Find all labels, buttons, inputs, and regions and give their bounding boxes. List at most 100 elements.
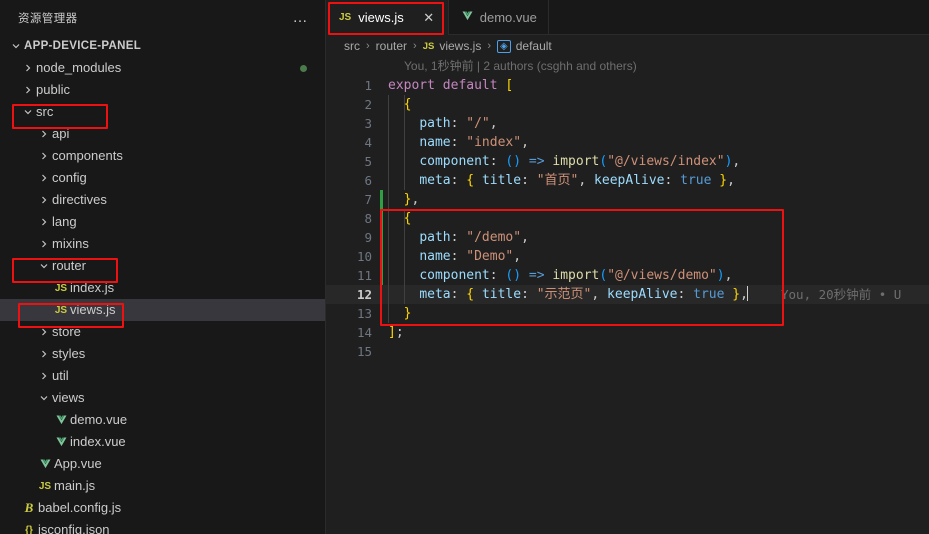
code-line: 8 { (326, 209, 929, 228)
tab-demo-vue[interactable]: demo.vue (449, 0, 549, 35)
code-editor[interactable]: You, 1秒钟前 | 2 authors (csghh and others)… (326, 57, 929, 534)
breadcrumb-separator-icon: › (487, 40, 492, 52)
line-number: 5 (364, 154, 372, 169)
tree-item-babel-config-js[interactable]: Bbabel.config.js (0, 497, 325, 519)
tree-item-lang[interactable]: lang (0, 211, 325, 233)
tree-item-mixins[interactable]: mixins (0, 233, 325, 255)
code-text: }, (403, 192, 420, 207)
tree-item-label: App.vue (54, 456, 102, 471)
breadcrumb-item-router[interactable]: router (376, 39, 407, 53)
status-dot-badge (300, 65, 307, 72)
indent-guide (403, 95, 405, 190)
code-line: 6 meta: { title: "首页", keepAlive: true }… (326, 171, 929, 190)
chevron-down-icon (36, 393, 52, 403)
tree-item-router[interactable]: router (0, 255, 325, 277)
chevron-right-icon (20, 85, 36, 95)
tree-item-label: styles (52, 346, 86, 361)
tree-item-node-modules[interactable]: node_modules (0, 57, 325, 79)
line-number: 8 (364, 211, 372, 226)
tree-item-demo-vue[interactable]: demo.vue (0, 409, 325, 431)
close-icon[interactable]: ✕ (421, 10, 437, 25)
vue-file-icon (462, 11, 473, 24)
breadcrumb-separator-icon: › (366, 40, 370, 52)
breadcrumb-item-file[interactable]: views.js (439, 39, 481, 53)
chevron-right-icon (20, 63, 36, 73)
code-line: 3 path: "/", (326, 114, 929, 133)
tree-item-jsconfig-json[interactable]: {} jsconfig.json (0, 519, 325, 534)
tree-item-styles[interactable]: styles (0, 343, 325, 365)
tree-item-label: lang (52, 214, 77, 229)
code-line: 14]; (326, 323, 929, 342)
tree-item-index-js[interactable]: JS index.js (0, 277, 325, 299)
tab-views-js[interactable]: JS views.js ✕ (326, 0, 449, 35)
line-number: 12 (356, 287, 372, 302)
tree-item-main-js[interactable]: JS main.js (0, 475, 325, 497)
tree-item-label: babel.config.js (38, 500, 122, 515)
code-line: 15 (326, 342, 929, 361)
code-text: ]; (388, 325, 404, 340)
tree-item-label: api (52, 126, 70, 141)
tab-bar-filler (548, 0, 929, 34)
tree-item-directives[interactable]: directives (0, 189, 325, 211)
file-tree: node_modulespublic src api components config… (0, 57, 325, 534)
tree-item-label: index.js (70, 280, 115, 295)
text-cursor (746, 286, 748, 301)
tree-item-label: src (36, 104, 54, 119)
code-line: 5 component: () => import("@/views/index… (326, 152, 929, 171)
indent-guide (403, 209, 405, 304)
tree-item-views-js[interactable]: JS views.js (0, 299, 325, 321)
code-lines: 1 export default [2 {3 path: "/", 4 name: … (326, 76, 929, 534)
line-number: 9 (364, 230, 372, 245)
code-line: 11 component: () => import("@/views/demo… (326, 266, 929, 285)
tree-item-label: index.vue (70, 434, 126, 449)
line-number: 13 (356, 306, 372, 321)
tab-bar: JS views.js ✕ demo.vue (326, 0, 929, 35)
line-number: 2 (364, 97, 372, 112)
tree-item-label: config (52, 170, 87, 185)
workspace-root-row[interactable]: APP-DEVICE-PANEL (0, 35, 325, 57)
explorer-header: 资源管理器 … (0, 0, 325, 35)
tree-item-label: store (52, 324, 81, 339)
code-text: meta: { title: "示范页", keepAlive: true }, (419, 286, 748, 302)
tree-item-util[interactable]: util (0, 365, 325, 387)
breadcrumb-item-src[interactable]: src (344, 39, 360, 53)
chevron-right-icon (36, 129, 52, 139)
code-text: } (403, 306, 412, 321)
tree-item-label: main.js (54, 478, 96, 493)
js-file-icon: JS (339, 12, 352, 23)
chevron-down-icon (20, 107, 36, 117)
ellipsis-icon[interactable]: … (293, 10, 314, 25)
chevron-right-icon (36, 349, 52, 359)
breadcrumb-item-symbol[interactable]: default (516, 39, 552, 53)
tree-item-api[interactable]: api (0, 123, 325, 145)
line-number: 14 (356, 325, 372, 340)
tree-item-app-vue[interactable]: App.vue (0, 453, 325, 475)
code-text: name: "index", (419, 135, 529, 150)
code-line: 1 export default [ (326, 76, 929, 95)
tree-item-label: views.js (70, 302, 116, 317)
tree-item-label: directives (52, 192, 107, 207)
tree-item-store[interactable]: store (0, 321, 325, 343)
chevron-down-icon (36, 261, 52, 271)
code-text: export default [ (388, 78, 514, 93)
line-number: 7 (364, 192, 372, 207)
code-line: 7 }, (326, 190, 929, 209)
tree-item-config[interactable]: config (0, 167, 325, 189)
tree-item-index-vue[interactable]: index.vue (0, 431, 325, 453)
tree-item-label: components (52, 148, 123, 163)
js-file-icon: JS (54, 282, 68, 294)
editor-area: JS views.js ✕ demo.vue src › router › JS vi… (326, 0, 929, 534)
tree-item-views[interactable]: views (0, 387, 325, 409)
tree-item-src[interactable]: src (0, 101, 325, 123)
tree-item-public[interactable]: public (0, 79, 325, 101)
chevron-right-icon (36, 151, 52, 161)
vue-file-icon (36, 459, 54, 469)
code-text: { (403, 211, 412, 226)
tree-item-components[interactable]: components (0, 145, 325, 167)
tab-label: views.js (358, 10, 404, 25)
line-number: 6 (364, 173, 372, 188)
code-text: name: "Demo", (419, 249, 522, 264)
tree-item-label: public (36, 82, 70, 97)
code-text: { (403, 97, 412, 112)
tree-item-label: views (52, 390, 85, 405)
